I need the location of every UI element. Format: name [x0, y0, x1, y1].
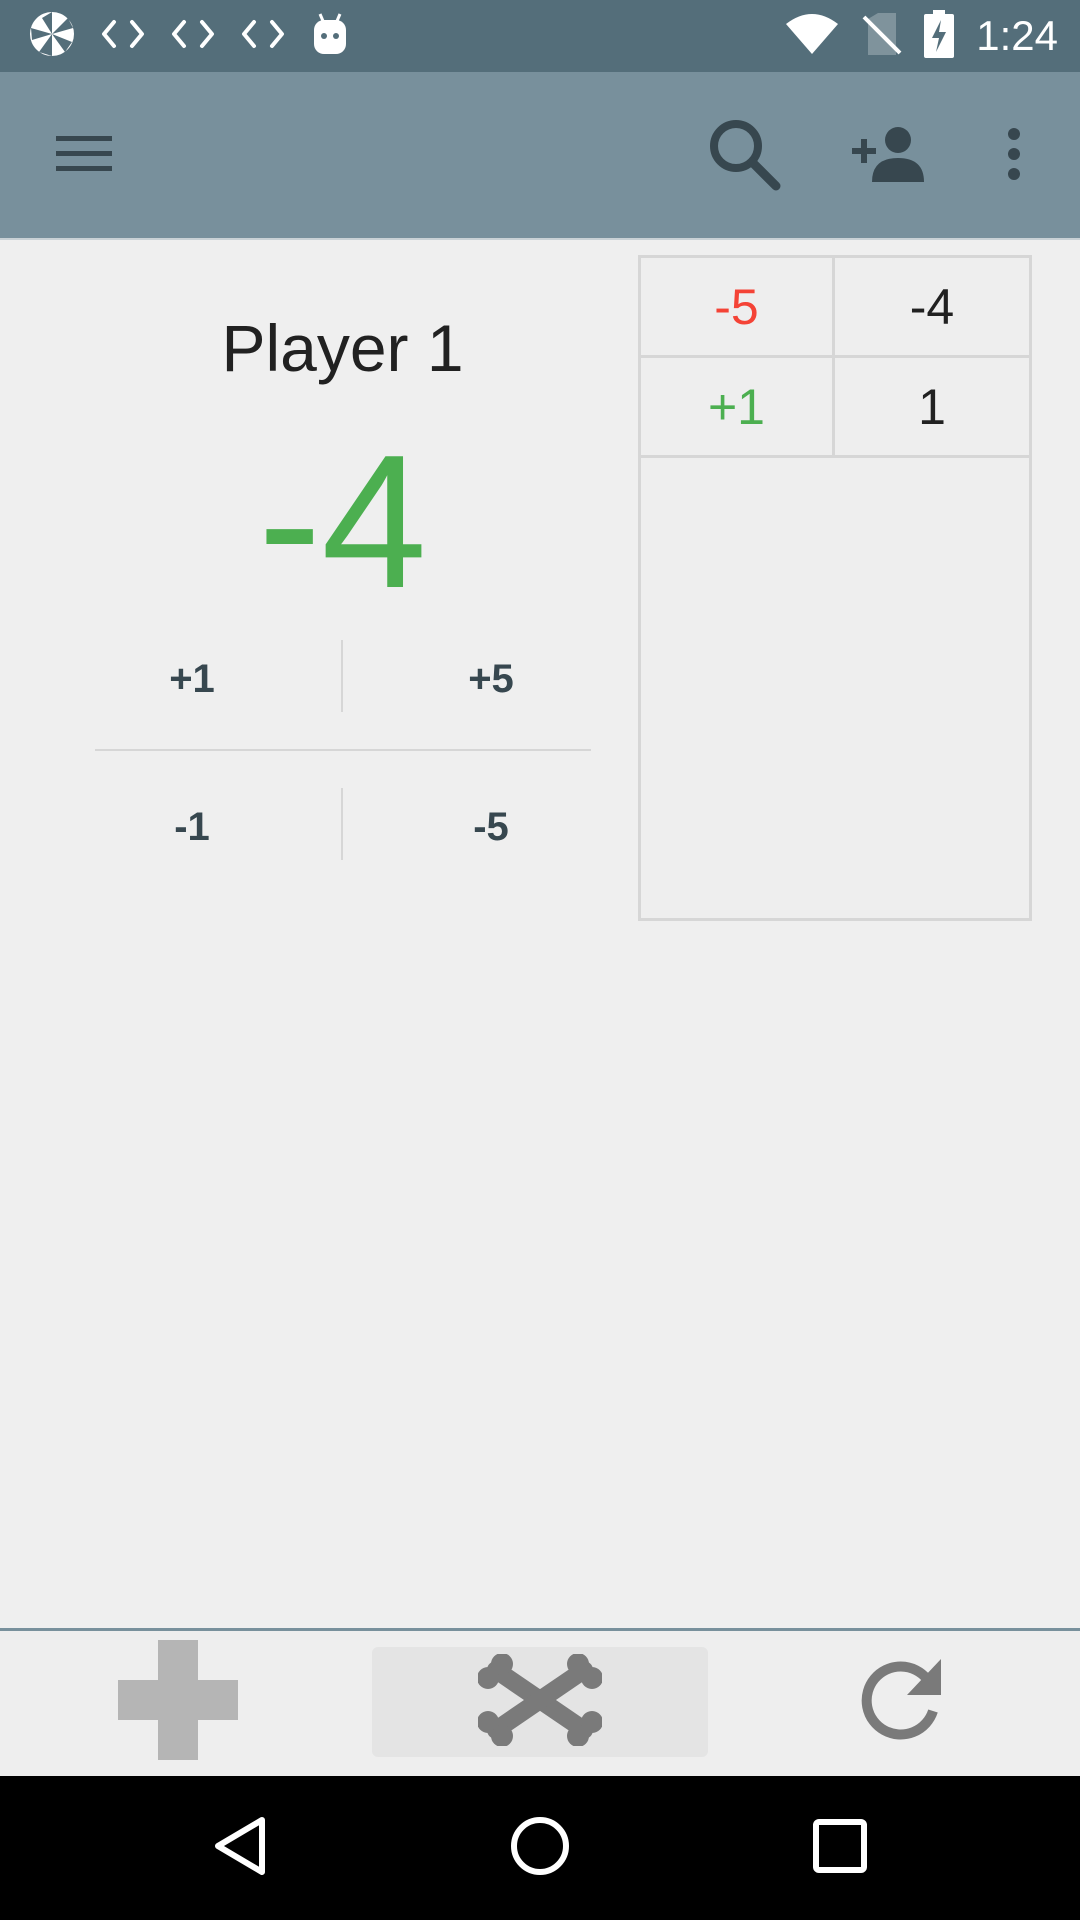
- home-button[interactable]: [500, 1808, 580, 1888]
- app-bar: [0, 72, 1080, 240]
- score-history-table: -5 -4 +1 1: [638, 255, 1032, 921]
- more-options-button[interactable]: [972, 114, 1056, 198]
- battery-charging-icon: [924, 9, 955, 63]
- code-icon: [240, 18, 286, 55]
- add-button[interactable]: [108, 1639, 248, 1760]
- home-icon: [508, 1814, 572, 1883]
- bottom-toolbar: [0, 1628, 1080, 1776]
- menu-icon: [54, 132, 114, 181]
- reset-icon: [855, 1655, 945, 1750]
- divider: [341, 640, 343, 712]
- code-icon: [100, 18, 146, 55]
- code-icon: [170, 18, 216, 55]
- wifi-icon: [784, 12, 840, 61]
- crossbones-icon: [477, 1652, 603, 1751]
- history-delta: -5: [641, 258, 835, 355]
- screen: 1:24 Player 1 -4 +1 +5 -1 -5 -5 -4 +1 1: [0, 0, 1080, 1920]
- recents-icon: [812, 1818, 868, 1879]
- status-bar-left: [28, 10, 350, 62]
- back-icon: [210, 1814, 270, 1883]
- app-logo-icon: [28, 10, 76, 63]
- more-vert-icon: [1006, 127, 1022, 185]
- minus-five-button[interactable]: -5: [371, 782, 611, 872]
- divider: [341, 788, 343, 860]
- add-icon: [118, 1639, 238, 1765]
- menu-button[interactable]: [42, 114, 126, 198]
- plus-five-button[interactable]: +5: [371, 634, 611, 724]
- player-score: -4: [258, 416, 427, 628]
- recents-button[interactable]: [800, 1808, 880, 1888]
- divider: [95, 749, 591, 751]
- search-button[interactable]: [702, 114, 786, 198]
- android-icon: [310, 12, 350, 61]
- add-player-button[interactable]: [846, 114, 930, 198]
- minus-one-button[interactable]: -1: [72, 782, 312, 872]
- remove-player-button[interactable]: [372, 1647, 708, 1757]
- navigation-bar: [0, 1776, 1080, 1920]
- plus-one-button[interactable]: +1: [72, 634, 312, 724]
- search-icon: [706, 116, 782, 197]
- history-total: 1: [918, 378, 946, 435]
- reset-button[interactable]: [830, 1647, 970, 1757]
- history-row: +1 1: [641, 358, 1029, 458]
- history-delta: +1: [641, 358, 835, 455]
- player-name[interactable]: Player 1: [95, 310, 590, 386]
- status-bar-right: 1:24: [784, 8, 1058, 64]
- history-row: -5 -4: [641, 258, 1029, 358]
- status-time: 1:24: [976, 12, 1058, 59]
- add-person-icon: [850, 124, 926, 189]
- back-button[interactable]: [200, 1808, 280, 1888]
- status-bar: 1:24: [0, 0, 1080, 72]
- history-total: -4: [909, 278, 955, 335]
- no-sim-icon: [862, 11, 902, 62]
